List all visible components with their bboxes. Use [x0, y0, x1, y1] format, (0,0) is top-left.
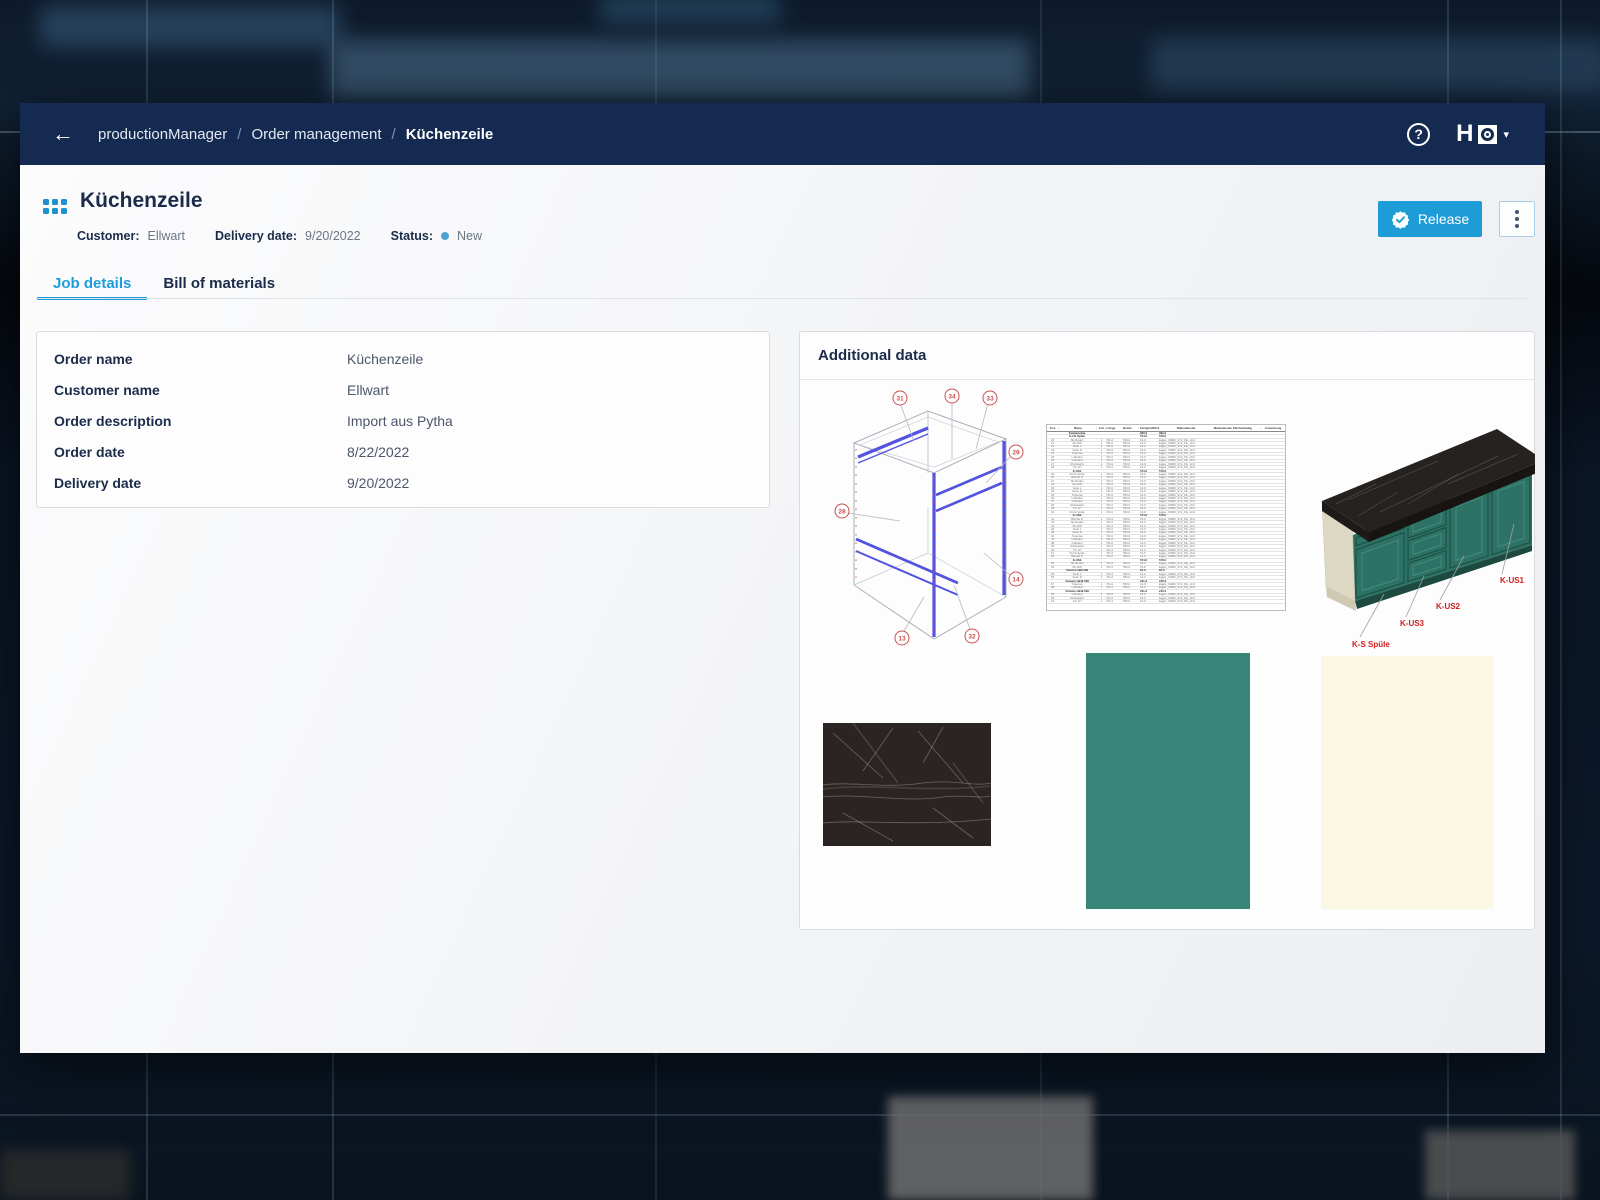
marble-material-swatch[interactable] [823, 723, 991, 846]
customer-value: Ellwart [148, 229, 186, 243]
homag-logo-icon [1478, 125, 1497, 144]
render-label-spuele: K-S Spüle [1352, 640, 1390, 649]
topbar-right-group: ? H ▾ [1407, 120, 1509, 148]
detail-value: Ellwart [347, 382, 389, 398]
render-label-us1: K-US1 [1500, 576, 1525, 585]
render-label-us2: K-US2 [1436, 602, 1461, 611]
page-actions: Release [1378, 201, 1535, 237]
tab-label: Job details [53, 275, 131, 292]
cad-callout: 31 [896, 396, 904, 403]
status-value: New [457, 229, 482, 243]
tab-label: Bill of materials [163, 275, 275, 292]
detail-value: Import aus Pytha [347, 413, 453, 429]
help-glyph: ? [1414, 126, 1423, 142]
desktop: { "app": { "breadcrumb": ["productionMan… [0, 0, 1600, 1200]
additional-data-card: Additional data [799, 331, 1535, 930]
cad-callout: 29 [1012, 450, 1020, 457]
back-button[interactable]: ← [42, 113, 84, 155]
app-window: ← productionManager / Order management /… [20, 103, 1545, 1053]
badge-check-icon [1391, 210, 1410, 229]
breadcrumb-item-app[interactable]: productionManager [98, 126, 227, 143]
background-band [600, 0, 780, 24]
cabinet-render-thumbnail[interactable]: K-S Spüle K-US3 K-US2 K-US1 [1288, 404, 1535, 657]
background-gridline [1560, 0, 1562, 1200]
breadcrumb-separator: / [392, 126, 396, 143]
detail-label: Order description [54, 413, 347, 429]
background-band [1150, 38, 1600, 93]
additional-data-divider [800, 379, 1534, 380]
tab-divider [36, 298, 1529, 299]
order-grid-icon [43, 199, 69, 216]
tab-bar: Job details Bill of materials [37, 268, 291, 298]
detail-label: Order date [54, 444, 347, 460]
render-label-us3: K-US3 [1400, 619, 1425, 628]
cad-callout: 32 [968, 634, 976, 641]
detail-row-order-date: Order date 8/22/2022 [37, 436, 769, 467]
kebab-menu-icon [1515, 210, 1519, 228]
detail-row-customer-name: Customer name Ellwart [37, 374, 769, 405]
detail-value: Küchenzeile [347, 351, 423, 367]
order-details-card: Order name Küchenzeile Customer name Ell… [36, 331, 770, 508]
detail-label: Customer name [54, 382, 347, 398]
cad-callout: 28 [838, 509, 846, 516]
detail-label: Order name [54, 351, 347, 367]
more-options-button[interactable] [1499, 201, 1535, 237]
page-title: Küchenzeile [80, 189, 203, 213]
parts-list-thumbnail[interactable]: Pos. Name Anz. Länge Breite Fertigteil/D… [1046, 424, 1286, 611]
status-label: Status: [391, 229, 433, 243]
cad-callout: 33 [986, 396, 994, 403]
background-band [330, 40, 1030, 98]
page-content: Küchenzeile Customer: Ellwart Delivery d… [20, 165, 1545, 1053]
order-meta-row: Customer: Ellwart Delivery date: 9/20/20… [77, 229, 482, 243]
cad-drawing-thumbnail[interactable]: 31 34 33 29 28 14 13 32 [830, 387, 1025, 652]
background-rect [0, 1150, 130, 1200]
release-button-label: Release [1418, 211, 1469, 227]
background-gridline [0, 1114, 1600, 1116]
breadcrumb-item-current: Küchenzeile [406, 126, 494, 143]
breadcrumb-item-order-management[interactable]: Order management [251, 126, 381, 143]
detail-value: 8/22/2022 [347, 444, 409, 460]
parts-table-rows: Küchenzeile960.0 960.0K-US Spüle574.0 57… [1047, 432, 1285, 604]
status-dot-icon [441, 232, 449, 240]
parts-table-header: Pos. Name Anz. Länge Breite Fertigteil/D… [1047, 425, 1285, 432]
detail-row-order-description: Order description Import aus Pytha [37, 405, 769, 436]
cad-callout: 14 [1012, 577, 1020, 584]
delivery-date-label: Delivery date: [215, 229, 297, 243]
detail-label: Delivery date [54, 475, 347, 491]
back-arrow-icon: ← [52, 121, 74, 147]
background-band [40, 6, 340, 48]
additional-data-title: Additional data [818, 347, 926, 364]
detail-value: 9/20/2022 [347, 475, 409, 491]
cream-material-swatch[interactable] [1321, 656, 1493, 909]
help-icon[interactable]: ? [1407, 123, 1430, 146]
breadcrumb-separator: / [237, 126, 241, 143]
detail-row-order-name: Order name Küchenzeile [37, 343, 769, 374]
chevron-down-icon: ▾ [1503, 128, 1509, 141]
detail-row-delivery-date: Delivery date 9/20/2022 [37, 467, 769, 498]
top-navigation-bar: ← productionManager / Order management /… [20, 103, 1545, 165]
background-rect [888, 1096, 1093, 1200]
release-button[interactable]: Release [1378, 201, 1482, 237]
tab-job-details[interactable]: Job details [37, 268, 147, 298]
account-logo-menu[interactable]: H ▾ [1456, 120, 1509, 148]
logo-letter: H [1456, 120, 1472, 148]
tab-bill-of-materials[interactable]: Bill of materials [147, 268, 291, 298]
breadcrumb: productionManager / Order management / K… [98, 126, 493, 143]
teal-material-swatch[interactable] [1086, 653, 1250, 909]
delivery-date-value: 9/20/2022 [305, 229, 361, 243]
customer-label: Customer: [77, 229, 140, 243]
cad-callout: 13 [898, 636, 906, 643]
cad-callout: 34 [948, 394, 956, 401]
